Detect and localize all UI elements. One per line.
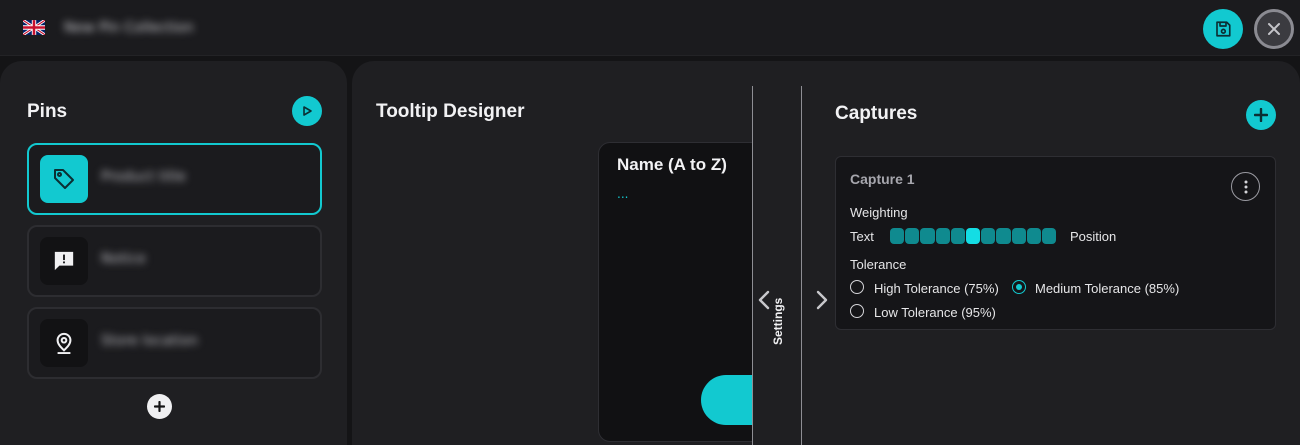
capture-card: Capture 1 Weighting Text Position Tolera…: [835, 156, 1276, 330]
slider-segment[interactable]: [1011, 228, 1026, 244]
weighting-slider[interactable]: [890, 228, 1057, 244]
tooltip-designer-title: Tooltip Designer: [376, 101, 525, 122]
slider-thumb[interactable]: [965, 228, 981, 244]
plus-icon: [154, 401, 165, 412]
pin-label: Product title: [101, 169, 186, 185]
pin-item-2[interactable]: Notice: [27, 225, 322, 297]
top-bar: New Pin Collection: [0, 0, 1300, 56]
slider-segment[interactable]: [935, 228, 950, 244]
slider-segment[interactable]: [981, 228, 996, 244]
plus-icon: [1254, 108, 1268, 122]
add-capture-button[interactable]: [1246, 100, 1276, 130]
uk-flag-icon[interactable]: [23, 20, 45, 35]
chevron-right-icon[interactable]: [814, 289, 830, 311]
low-tolerance-label[interactable]: Low Tolerance (95%): [874, 305, 996, 320]
weighting-left-label: Text: [850, 229, 874, 244]
tooltip-placeholder: ...: [617, 187, 629, 201]
tooltip-preview[interactable]: Name (A to Z) ...: [598, 142, 768, 442]
medium-tolerance-label[interactable]: Medium Tolerance (85%): [1035, 281, 1179, 296]
settings-label: Settings: [771, 297, 785, 345]
radio-high-tolerance[interactable]: [850, 280, 864, 294]
close-icon: [1268, 23, 1280, 35]
save-button[interactable]: [1203, 9, 1243, 49]
play-icon: [303, 106, 312, 116]
pin-label: Notice: [101, 251, 146, 267]
radio-medium-tolerance[interactable]: [1012, 280, 1026, 294]
location-pin-icon: [40, 319, 88, 367]
pin-item-3[interactable]: Store location: [27, 307, 322, 379]
collection-title[interactable]: New Pin Collection: [64, 18, 194, 38]
weighting-label: Weighting: [850, 205, 908, 220]
high-tolerance-label[interactable]: High Tolerance (75%): [874, 281, 999, 296]
slider-segment[interactable]: [920, 228, 935, 244]
floppy-disk-icon: [1216, 21, 1231, 37]
slider-segment[interactable]: [1026, 228, 1041, 244]
pins-panel: Pins Product title Notice Store location: [0, 61, 347, 445]
slider-segment[interactable]: [950, 228, 965, 244]
slider-segment[interactable]: [905, 228, 920, 244]
settings-toggle[interactable]: Settings: [752, 86, 802, 445]
tag-icon: [40, 155, 88, 203]
tooltip-heading: Name (A to Z): [617, 155, 727, 174]
slider-segment[interactable]: [996, 228, 1011, 244]
chevron-left-icon[interactable]: [756, 289, 772, 311]
add-pin-button[interactable]: [147, 394, 172, 419]
alert-message-icon: [40, 237, 88, 285]
designer-panel: Tooltip Designer Name (A to Z) ... Setti…: [352, 61, 1300, 445]
slider-segment[interactable]: [890, 228, 905, 244]
tolerance-label: Tolerance: [850, 257, 907, 272]
capture-menu-button[interactable]: [1231, 172, 1260, 201]
play-button[interactable]: [292, 96, 322, 126]
close-button[interactable]: [1254, 9, 1294, 49]
pin-item-1[interactable]: Product title: [27, 143, 322, 215]
pin-label: Store location: [101, 333, 199, 349]
captures-title: Captures: [835, 103, 918, 124]
capture-name: Capture 1: [850, 171, 915, 187]
slider-segment[interactable]: [1041, 228, 1057, 244]
weighting-right-label: Position: [1070, 229, 1117, 244]
pins-title: Pins: [27, 101, 68, 122]
more-vertical-icon: [1244, 180, 1247, 193]
radio-low-tolerance[interactable]: [850, 304, 864, 318]
